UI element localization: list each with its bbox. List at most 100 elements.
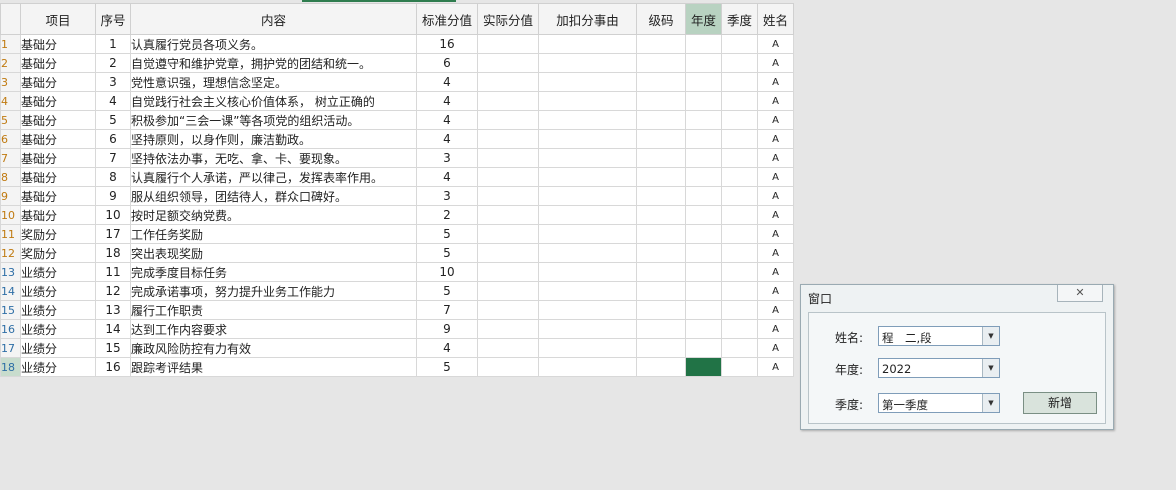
cell-content[interactable]: 履行工作职责 xyxy=(130,300,417,320)
cell-season[interactable] xyxy=(721,281,758,301)
row-number[interactable]: 3 xyxy=(0,72,21,92)
name-combobox[interactable]: 程 二,段 ▼ xyxy=(878,326,1000,346)
cell-item[interactable]: 业绩分 xyxy=(20,281,96,301)
cell-actual-score[interactable] xyxy=(477,281,539,301)
cell-reason[interactable] xyxy=(538,338,637,358)
close-icon[interactable]: ✕ xyxy=(1057,285,1103,302)
cell-standard-score[interactable]: 5 xyxy=(416,281,478,301)
cell-no[interactable]: 7 xyxy=(95,148,131,168)
cell-standard-score[interactable]: 4 xyxy=(416,72,478,92)
dialog-titlebar[interactable]: 窗口 ✕ xyxy=(801,285,1113,309)
cell-level-code[interactable] xyxy=(636,167,686,187)
chevron-down-icon[interactable]: ▼ xyxy=(982,394,999,412)
cell-no[interactable]: 1 xyxy=(95,34,131,54)
cell-standard-score[interactable]: 5 xyxy=(416,243,478,263)
cell-actual-score[interactable] xyxy=(477,319,539,339)
cell-reason[interactable] xyxy=(538,148,637,168)
cell-level-code[interactable] xyxy=(636,319,686,339)
cell-standard-score[interactable]: 4 xyxy=(416,91,478,111)
column-header-reason[interactable]: 加扣分事由 xyxy=(538,3,637,35)
cell-reason[interactable] xyxy=(538,34,637,54)
column-header-year[interactable]: 年度 xyxy=(685,3,722,35)
cell-standard-score[interactable]: 2 xyxy=(416,205,478,225)
cell-reason[interactable] xyxy=(538,262,637,282)
cell-level-code[interactable] xyxy=(636,338,686,358)
cell-item[interactable]: 基础分 xyxy=(20,53,96,73)
cell-year[interactable] xyxy=(685,148,722,168)
cell-level-code[interactable] xyxy=(636,243,686,263)
cell-season[interactable] xyxy=(721,91,758,111)
cell-actual-score[interactable] xyxy=(477,148,539,168)
cell-content[interactable]: 党性意识强，理想信念坚定。 xyxy=(130,72,417,92)
cell-year[interactable] xyxy=(685,281,722,301)
cell-season[interactable] xyxy=(721,167,758,187)
cell-level-code[interactable] xyxy=(636,186,686,206)
cell-level-code[interactable] xyxy=(636,110,686,130)
season-combobox[interactable]: 第一季度 ▼ xyxy=(878,393,1000,413)
cell-no[interactable]: 3 xyxy=(95,72,131,92)
cell-name[interactable]: A xyxy=(757,148,794,168)
cell-name[interactable]: A xyxy=(757,357,794,377)
cell-name[interactable]: A xyxy=(757,110,794,130)
cell-actual-score[interactable] xyxy=(477,167,539,187)
cell-no[interactable]: 14 xyxy=(95,319,131,339)
cell-content[interactable]: 完成季度目标任务 xyxy=(130,262,417,282)
row-number[interactable]: 18 xyxy=(0,357,21,377)
cell-content[interactable]: 工作任务奖励 xyxy=(130,224,417,244)
cell-standard-score[interactable]: 3 xyxy=(416,186,478,206)
cell-standard-score[interactable]: 16 xyxy=(416,34,478,54)
cell-level-code[interactable] xyxy=(636,148,686,168)
cell-year[interactable] xyxy=(685,338,722,358)
cell-standard-score[interactable]: 6 xyxy=(416,53,478,73)
cell-season[interactable] xyxy=(721,53,758,73)
cell-standard-score[interactable]: 4 xyxy=(416,110,478,130)
cell-year[interactable] xyxy=(685,129,722,149)
cell-season[interactable] xyxy=(721,300,758,320)
cell-no[interactable]: 17 xyxy=(95,224,131,244)
cell-content[interactable]: 自觉遵守和维护党章，拥护党的团结和统一。 xyxy=(130,53,417,73)
cell-level-code[interactable] xyxy=(636,53,686,73)
chevron-down-icon[interactable]: ▼ xyxy=(982,359,999,377)
cell-level-code[interactable] xyxy=(636,262,686,282)
cell-content[interactable]: 按时足额交纳党费。 xyxy=(130,205,417,225)
row-number[interactable]: 6 xyxy=(0,129,21,149)
selected-cell[interactable] xyxy=(685,357,722,377)
cell-reason[interactable] xyxy=(538,300,637,320)
cell-level-code[interactable] xyxy=(636,91,686,111)
cell-year[interactable] xyxy=(685,110,722,130)
cell-year[interactable] xyxy=(685,319,722,339)
cell-name[interactable]: A xyxy=(757,34,794,54)
cell-standard-score[interactable]: 5 xyxy=(416,224,478,244)
cell-content[interactable]: 认真履行党员各项义务。 xyxy=(130,34,417,54)
cell-standard-score[interactable]: 5 xyxy=(416,357,478,377)
column-header-content[interactable]: 内容 xyxy=(130,3,417,35)
cell-name[interactable]: A xyxy=(757,129,794,149)
cell-no[interactable]: 11 xyxy=(95,262,131,282)
cell-actual-score[interactable] xyxy=(477,34,539,54)
cell-level-code[interactable] xyxy=(636,129,686,149)
cell-actual-score[interactable] xyxy=(477,186,539,206)
cell-item[interactable]: 业绩分 xyxy=(20,262,96,282)
cell-season[interactable] xyxy=(721,262,758,282)
cell-item[interactable]: 业绩分 xyxy=(20,338,96,358)
cell-year[interactable] xyxy=(685,53,722,73)
cell-item[interactable]: 业绩分 xyxy=(20,357,96,377)
cell-year[interactable] xyxy=(685,34,722,54)
cell-season[interactable] xyxy=(721,243,758,263)
cell-name[interactable]: A xyxy=(757,72,794,92)
cell-content[interactable]: 跟踪考评结果 xyxy=(130,357,417,377)
cell-item[interactable]: 业绩分 xyxy=(20,319,96,339)
cell-content[interactable]: 达到工作内容要求 xyxy=(130,319,417,339)
cell-standard-score[interactable]: 3 xyxy=(416,148,478,168)
cell-item[interactable]: 业绩分 xyxy=(20,300,96,320)
cell-name[interactable]: A xyxy=(757,205,794,225)
cell-reason[interactable] xyxy=(538,110,637,130)
cell-actual-score[interactable] xyxy=(477,91,539,111)
cell-standard-score[interactable]: 4 xyxy=(416,167,478,187)
cell-level-code[interactable] xyxy=(636,281,686,301)
cell-reason[interactable] xyxy=(538,205,637,225)
cell-reason[interactable] xyxy=(538,129,637,149)
cell-no[interactable]: 12 xyxy=(95,281,131,301)
row-number[interactable]: 12 xyxy=(0,243,21,263)
corner-cell[interactable] xyxy=(0,3,21,35)
